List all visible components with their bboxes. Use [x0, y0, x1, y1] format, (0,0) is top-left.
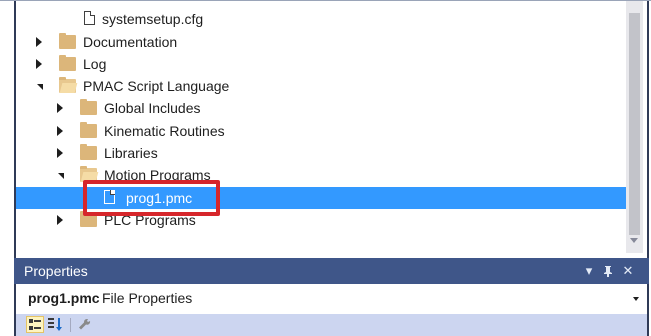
expand-arrow-icon[interactable]	[53, 209, 67, 231]
properties-object-selector[interactable]: prog1.pmc File Properties	[14, 284, 649, 314]
tree-item-label: Documentation	[83, 34, 178, 50]
folder-icon	[80, 144, 97, 160]
expand-arrow-icon[interactable]	[53, 120, 67, 142]
collapse-arrow-icon[interactable]	[32, 75, 46, 97]
open-folder-icon	[59, 77, 76, 93]
tree-item-global-includes[interactable]: Global Includes	[16, 97, 626, 119]
property-pages-button[interactable]	[76, 316, 94, 333]
close-icon[interactable]: ✕	[620, 261, 636, 281]
tree-item-documentation[interactable]: Documentation	[16, 31, 626, 53]
solution-explorer-tree: systemsetup.cfg Documentation Log PMAC S…	[0, 0, 651, 259]
expand-arrow-icon[interactable]	[53, 97, 67, 119]
properties-panel-header: Properties ▾ ✕	[14, 258, 649, 284]
tree-item-label: Kinematic Routines	[104, 123, 225, 139]
window-border-right	[647, 1, 649, 259]
scroll-down-arrow-icon[interactable]	[630, 238, 638, 243]
tree-item-pmac-script-language[interactable]: PMAC Script Language	[16, 75, 626, 97]
alphabetical-button[interactable]	[46, 316, 64, 333]
pin-icon[interactable]	[600, 261, 616, 281]
folder-icon	[80, 122, 97, 138]
tree-item-log[interactable]: Log	[16, 53, 626, 75]
object-name: prog1.pmc	[28, 290, 100, 306]
expand-arrow-icon[interactable]	[32, 53, 46, 75]
tree-item-label: PMAC Script Language	[83, 78, 230, 94]
toolbar-separator	[70, 318, 71, 332]
expand-arrow-icon[interactable]	[53, 142, 67, 164]
tree-item-label: systemsetup.cfg	[102, 11, 204, 27]
tree-item-label: Libraries	[104, 145, 158, 161]
tree-item-libraries[interactable]: Libraries	[16, 142, 626, 164]
tree-item-kinematic-routines[interactable]: Kinematic Routines	[16, 120, 626, 142]
categorized-button[interactable]	[26, 316, 44, 333]
properties-title: Properties	[24, 263, 88, 279]
folder-icon	[59, 33, 76, 49]
tree-item-label: Global Includes	[104, 100, 201, 116]
wrench-icon	[79, 318, 91, 330]
properties-toolbar	[14, 314, 649, 336]
collapse-arrow-icon[interactable]	[53, 164, 67, 186]
folder-icon	[59, 55, 76, 71]
folder-icon	[80, 99, 97, 115]
file-icon	[84, 11, 95, 25]
object-kind: File Properties	[102, 290, 193, 306]
sort-alphabetical-icon	[48, 318, 62, 331]
tree-item-label: Log	[83, 56, 107, 72]
categorized-icon	[29, 319, 41, 330]
vertical-scrollbar[interactable]	[626, 1, 643, 253]
tree-item-systemsetup-cfg[interactable]: systemsetup.cfg	[16, 8, 626, 30]
expand-arrow-icon[interactable]	[32, 31, 46, 53]
chevron-down-icon[interactable]	[633, 297, 639, 301]
highlight-box	[83, 180, 220, 216]
scrollbar-thumb[interactable]	[629, 13, 640, 235]
dropdown-menu-icon[interactable]: ▾	[581, 261, 597, 281]
